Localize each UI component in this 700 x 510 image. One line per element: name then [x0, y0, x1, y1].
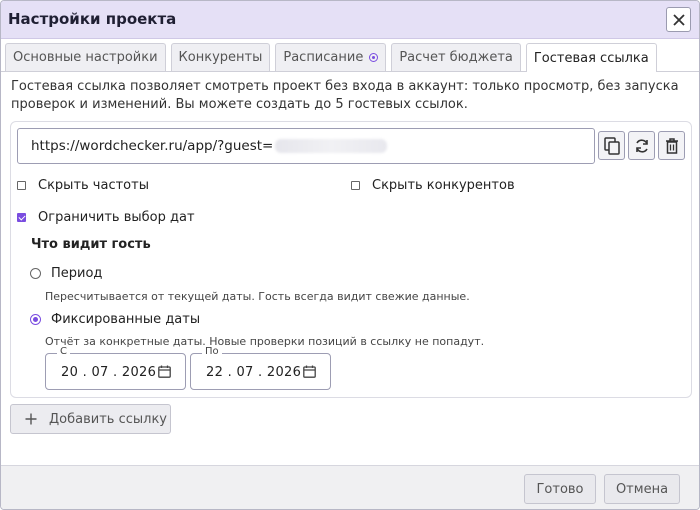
guest-url-field[interactable]: https://wordchecker.ru/app/?guest=	[17, 128, 595, 164]
tab-budget[interactable]: Расчет бюджета	[391, 43, 521, 71]
close-icon	[672, 13, 685, 26]
calendar-icon[interactable]	[158, 365, 171, 378]
tab-schedule[interactable]: Расписание	[275, 43, 387, 71]
guest-token-blurred	[275, 139, 388, 153]
period-label: Период	[51, 266, 103, 281]
copy-icon	[603, 136, 620, 155]
hide-frequencies-label: Скрыть частоты	[38, 178, 149, 193]
plus-icon	[25, 413, 37, 425]
dialog-titlebar: Настройки проекта	[1, 1, 699, 39]
fixed-dates-option[interactable]: Фиксированные даты	[30, 312, 200, 327]
fixed-dates-radio[interactable]	[30, 314, 41, 325]
trash-icon	[665, 137, 678, 154]
project-settings-dialog: Настройки проекта Основные настройки Кон…	[0, 0, 700, 510]
fixed-dates-hint: Отчёт за конкретные даты. Новые проверки…	[45, 335, 485, 348]
hide-frequencies-checkbox[interactable]	[17, 181, 26, 190]
tab-guest-link[interactable]: Гостевая ссылка	[525, 43, 657, 72]
radio-dot-icon	[369, 53, 379, 62]
tab-label: Конкуренты	[178, 50, 263, 65]
period-option[interactable]: Период	[30, 266, 102, 281]
refresh-link-button[interactable]	[628, 131, 655, 160]
guest-link-description: Гостевая ссылка позволяет смотреть проек…	[11, 79, 679, 112]
date-to-label: По	[202, 346, 222, 358]
add-link-button[interactable]: Добавить ссылку	[10, 404, 171, 434]
visibility-title: Что видит гость	[31, 237, 151, 252]
hide-frequencies-option[interactable]: Скрыть частоты	[17, 178, 149, 193]
calendar-icon[interactable]	[303, 365, 316, 378]
date-from-value: 20 . 07 . 2026	[61, 365, 157, 380]
copy-link-button[interactable]	[598, 131, 625, 160]
cancel-button[interactable]: Отмена	[604, 474, 680, 504]
limit-dates-label: Ограничить выбор дат	[38, 210, 195, 225]
close-button[interactable]	[666, 7, 691, 32]
tab-competitors[interactable]: Конкуренты	[170, 43, 271, 71]
hide-competitors-option[interactable]: Скрыть конкурентов	[351, 178, 515, 193]
done-button[interactable]: Готово	[524, 474, 596, 504]
hide-competitors-checkbox[interactable]	[351, 181, 360, 190]
hide-competitors-label: Скрыть конкурентов	[372, 178, 515, 193]
date-to-field[interactable]: По 22 . 07 . 2026	[190, 346, 331, 390]
dialog-title: Настройки проекта	[8, 10, 177, 28]
period-radio[interactable]	[30, 268, 41, 279]
limit-dates-option[interactable]: Ограничить выбор дат	[17, 210, 195, 225]
tab-label: Основные настройки	[13, 50, 158, 65]
tab-label: Гостевая ссылка	[533, 50, 649, 66]
date-to-value: 22 . 07 . 2026	[206, 365, 302, 380]
period-hint: Пересчитывается от текущей даты. Гость в…	[45, 290, 470, 303]
refresh-icon	[635, 138, 648, 153]
tab-label: Расписание	[283, 50, 364, 65]
tab-general[interactable]: Основные настройки	[5, 43, 166, 71]
delete-link-button[interactable]	[658, 131, 685, 160]
add-link-label: Добавить ссылку	[49, 411, 167, 427]
date-from-label: С	[57, 346, 70, 358]
dialog-footer: Готово Отмена	[1, 465, 699, 509]
tab-bar: Основные настройки Конкуренты Расписание…	[5, 43, 657, 72]
date-from-field[interactable]: С 20 . 07 . 2026	[45, 346, 186, 390]
guest-url-text: https://wordchecker.ru/app/?guest=	[31, 138, 274, 154]
fixed-dates-label: Фиксированные даты	[51, 312, 201, 327]
limit-dates-checkbox[interactable]	[17, 213, 26, 222]
tab-label: Расчет бюджета	[399, 50, 513, 65]
